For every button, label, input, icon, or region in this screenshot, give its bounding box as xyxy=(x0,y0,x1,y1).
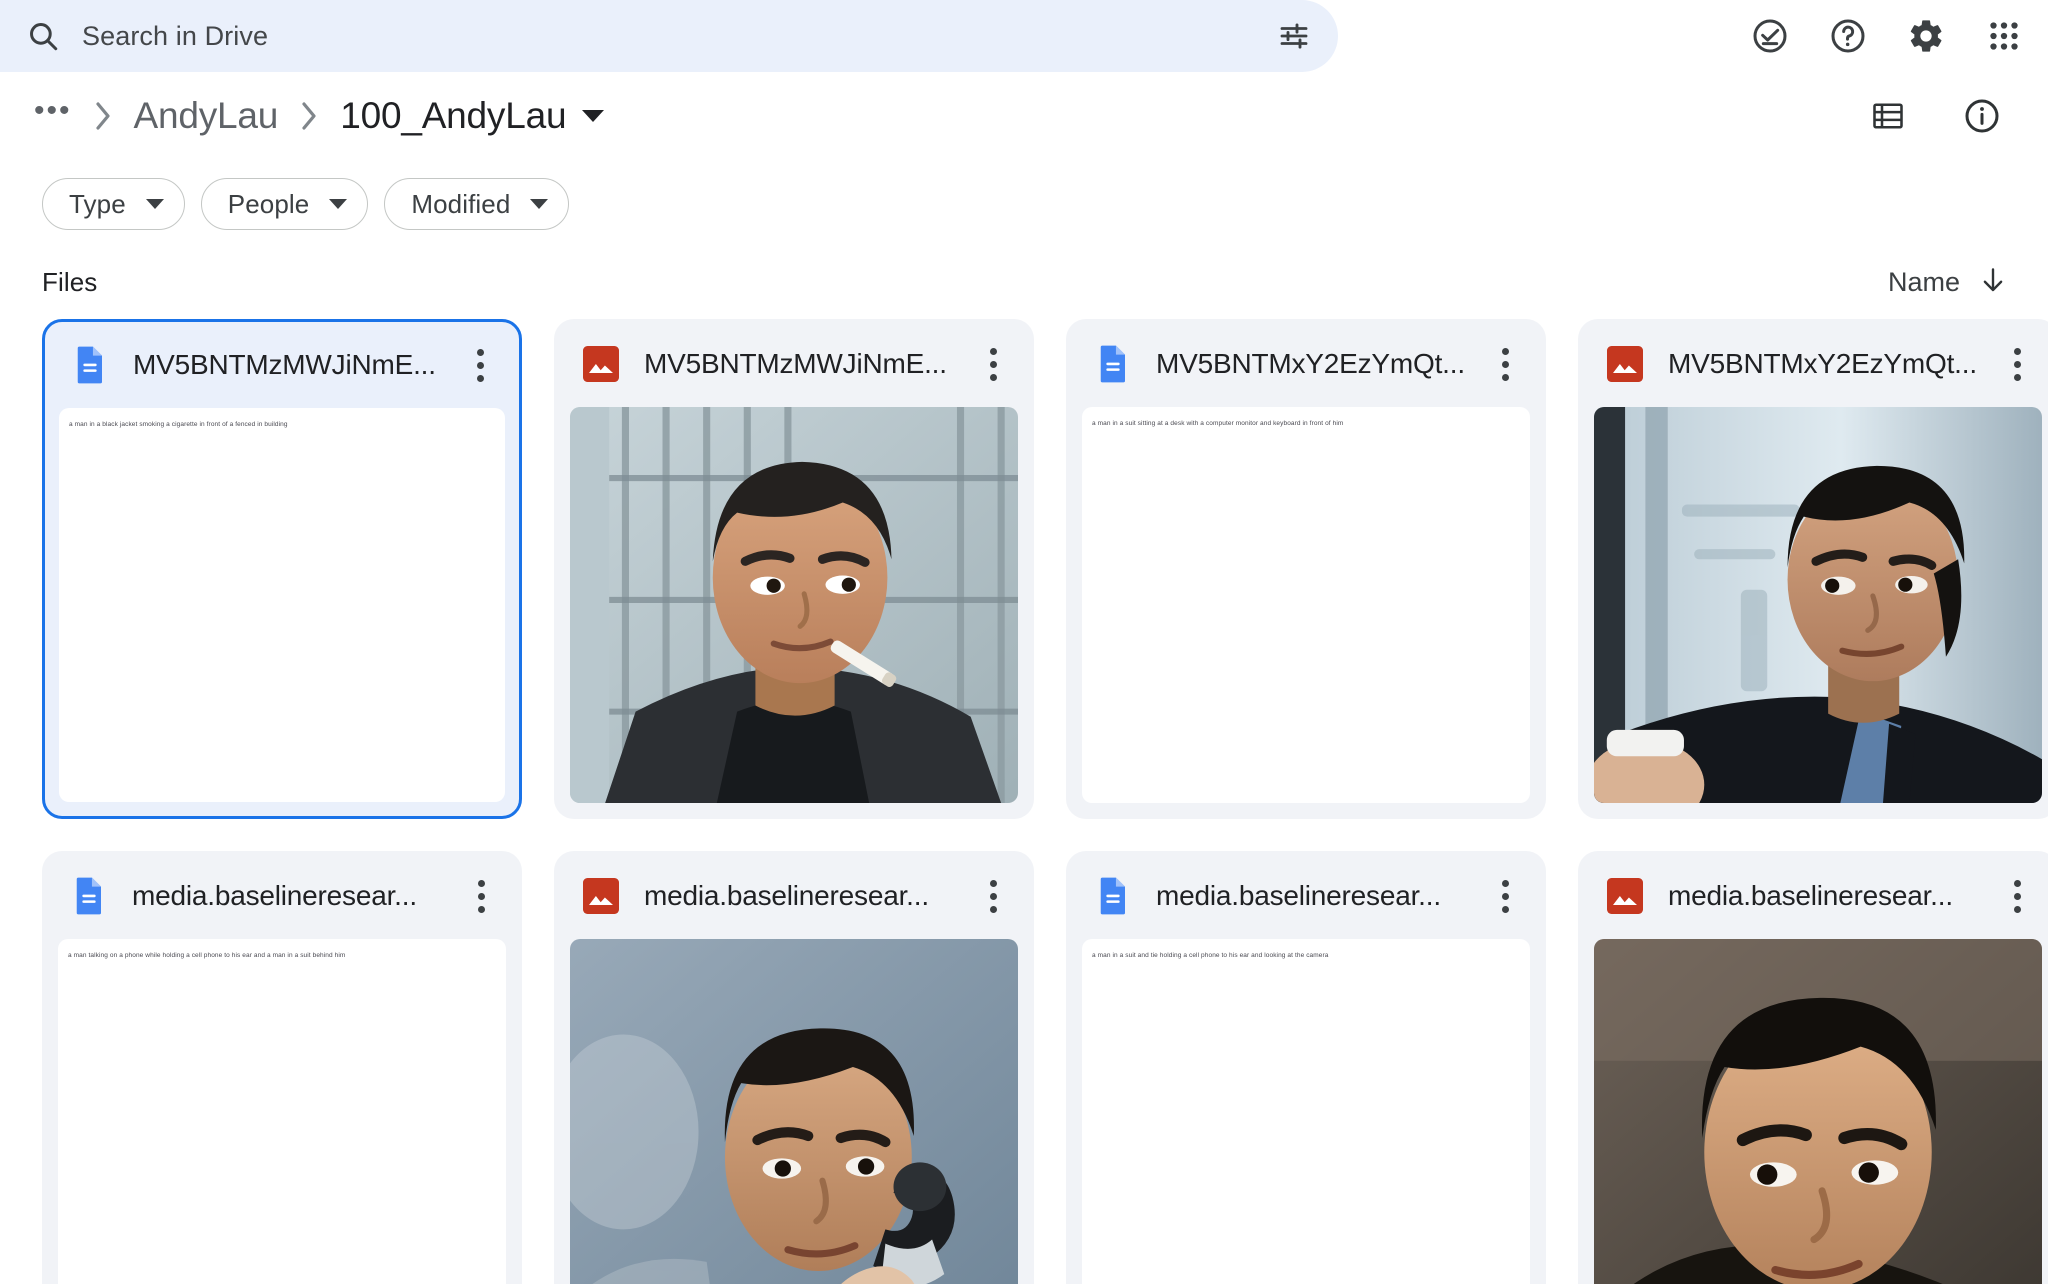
file-name: media.baselineresear... xyxy=(1156,880,1441,911)
document-preview-text: a man in a black jacket smoking a cigare… xyxy=(69,421,288,428)
file-preview xyxy=(570,939,1018,1284)
document-preview: a man in a black jacket smoking a cigare… xyxy=(59,408,505,802)
file-card[interactable]: media.baselineresear... a man talking on… xyxy=(42,851,522,1284)
file-name: MV5BNTMxY2EzYmQt... xyxy=(1156,348,1464,379)
file-card[interactable]: MV5BNTMxY2EzYmQt... xyxy=(1578,319,2048,819)
file-more-options-button[interactable] xyxy=(976,344,1010,384)
file-card-header: media.baselineresear... xyxy=(1580,853,2048,939)
image-thumbnail xyxy=(1594,939,2042,1284)
file-preview xyxy=(570,407,1018,803)
apps-grid-icon[interactable] xyxy=(1984,16,2024,56)
help-icon[interactable] xyxy=(1828,16,1868,56)
file-more-options-button[interactable] xyxy=(2000,344,2034,384)
top-bar xyxy=(0,0,2048,72)
breadcrumb: ••• AndyLau 100_AndyLau xyxy=(0,72,2048,160)
file-preview xyxy=(1594,407,2042,803)
file-preview: a man talking on a phone while holding a… xyxy=(58,939,506,1284)
chevron-down-icon[interactable] xyxy=(582,110,605,122)
file-name: MV5BNTMzMWJiNmE... xyxy=(644,348,947,379)
file-card[interactable]: MV5BNTMzMWJiNmE... a man in a black jack… xyxy=(42,319,522,819)
file-card-header: MV5BNTMxY2EzYmQt... xyxy=(1580,321,2048,407)
filter-chip-label: Type xyxy=(69,188,126,219)
filter-chip-label: People xyxy=(227,188,310,219)
file-card[interactable]: media.baselineresear... a man in a suit … xyxy=(1066,851,1546,1284)
chevron-down-icon xyxy=(145,199,164,209)
image-file-icon xyxy=(1606,345,1644,383)
file-preview: a man in a suit and tie holding a cell p… xyxy=(1082,939,1530,1284)
file-more-options-button[interactable] xyxy=(463,345,497,385)
sort-control[interactable]: Name xyxy=(1888,264,2014,301)
info-icon[interactable] xyxy=(1962,96,2002,136)
file-name: media.baselineresear... xyxy=(644,880,929,911)
file-card-header: media.baselineresear... xyxy=(1068,853,1544,939)
filter-chip-people[interactable]: People xyxy=(200,178,369,230)
file-card-header: MV5BNTMzMWJiNmE... xyxy=(556,321,1032,407)
file-more-options-button[interactable] xyxy=(1488,344,1522,384)
file-more-options-button[interactable] xyxy=(976,876,1010,916)
breadcrumb-actions xyxy=(1868,96,2018,136)
search-icon xyxy=(26,19,60,53)
file-preview: a man in a black jacket smoking a cigare… xyxy=(59,408,505,802)
document-preview-text: a man in a suit sitting at a desk with a… xyxy=(1092,420,1344,427)
image-thumbnail xyxy=(570,407,1018,803)
file-card[interactable]: MV5BNTMzMWJiNmE... xyxy=(554,319,1034,819)
file-preview xyxy=(1594,939,2042,1284)
file-more-options-button[interactable] xyxy=(464,876,498,916)
file-preview: a man in a suit sitting at a desk with a… xyxy=(1082,407,1530,803)
file-card-header: MV5BNTMxY2EzYmQt... xyxy=(1068,321,1544,407)
file-card[interactable]: MV5BNTMxY2EzYmQt... a man in a suit sitt… xyxy=(1066,319,1546,819)
chevron-down-icon xyxy=(530,199,549,209)
file-card-header: media.baselineresear... xyxy=(556,853,1032,939)
filter-chip-row: Type People Modified xyxy=(0,160,2048,238)
google-doc-icon xyxy=(70,877,108,915)
top-bar-actions xyxy=(1750,0,2040,72)
image-thumbnail xyxy=(570,939,1018,1284)
search-input[interactable] xyxy=(82,20,1254,52)
search-options-icon[interactable] xyxy=(1276,18,1312,54)
chevron-down-icon xyxy=(329,199,348,209)
list-view-icon[interactable] xyxy=(1868,96,1908,136)
document-preview: a man talking on a phone while holding a… xyxy=(58,939,506,1284)
file-grid: MV5BNTMzMWJiNmE... a man in a black jack… xyxy=(0,319,2048,1284)
file-more-options-button[interactable] xyxy=(2000,876,2034,916)
file-card-header: MV5BNTMzMWJiNmE... xyxy=(45,322,519,408)
file-name: media.baselineresear... xyxy=(132,880,417,911)
sort-arrow-down-icon xyxy=(1978,264,2008,301)
file-name: media.baselineresear... xyxy=(1668,880,1953,911)
document-preview: a man in a suit sitting at a desk with a… xyxy=(1082,407,1530,803)
document-preview-text: a man talking on a phone while holding a… xyxy=(68,952,346,959)
document-preview: a man in a suit and tie holding a cell p… xyxy=(1082,939,1530,1284)
file-card-header: media.baselineresear... xyxy=(44,853,520,939)
gear-icon[interactable] xyxy=(1906,16,1946,56)
google-doc-icon xyxy=(1094,877,1132,915)
sort-label: Name xyxy=(1887,267,1960,297)
breadcrumb-item-current[interactable]: 100_AndyLau xyxy=(340,95,566,137)
image-thumbnail xyxy=(1594,407,2042,803)
breadcrumb-item-andylau[interactable]: AndyLau xyxy=(134,95,279,137)
search-bar[interactable] xyxy=(0,0,1338,72)
google-doc-icon xyxy=(71,346,109,384)
file-card[interactable]: media.baselineresear... xyxy=(1578,851,2048,1284)
filter-chip-type[interactable]: Type xyxy=(42,178,185,230)
page-title: Files xyxy=(42,267,98,297)
breadcrumb-separator-icon xyxy=(92,100,114,132)
file-name: MV5BNTMxY2EzYmQt... xyxy=(1668,348,1976,379)
document-preview-text: a man in a suit and tie holding a cell p… xyxy=(1092,952,1329,959)
image-file-icon xyxy=(582,345,620,383)
file-name: MV5BNTMzMWJiNmE... xyxy=(133,349,436,380)
image-file-icon xyxy=(1606,877,1644,915)
image-file-icon xyxy=(582,877,620,915)
filter-chip-label: Modified xyxy=(411,188,511,219)
breadcrumb-separator-icon xyxy=(298,100,320,132)
file-more-options-button[interactable] xyxy=(1488,876,1522,916)
filter-chip-modified[interactable]: Modified xyxy=(384,178,570,230)
activity-icon[interactable] xyxy=(1750,16,1790,56)
google-doc-icon xyxy=(1094,345,1132,383)
files-section-header: Files Name xyxy=(0,238,2048,319)
file-card[interactable]: media.baselineresear... xyxy=(554,851,1034,1284)
breadcrumb-overflow[interactable]: ••• xyxy=(34,96,72,136)
